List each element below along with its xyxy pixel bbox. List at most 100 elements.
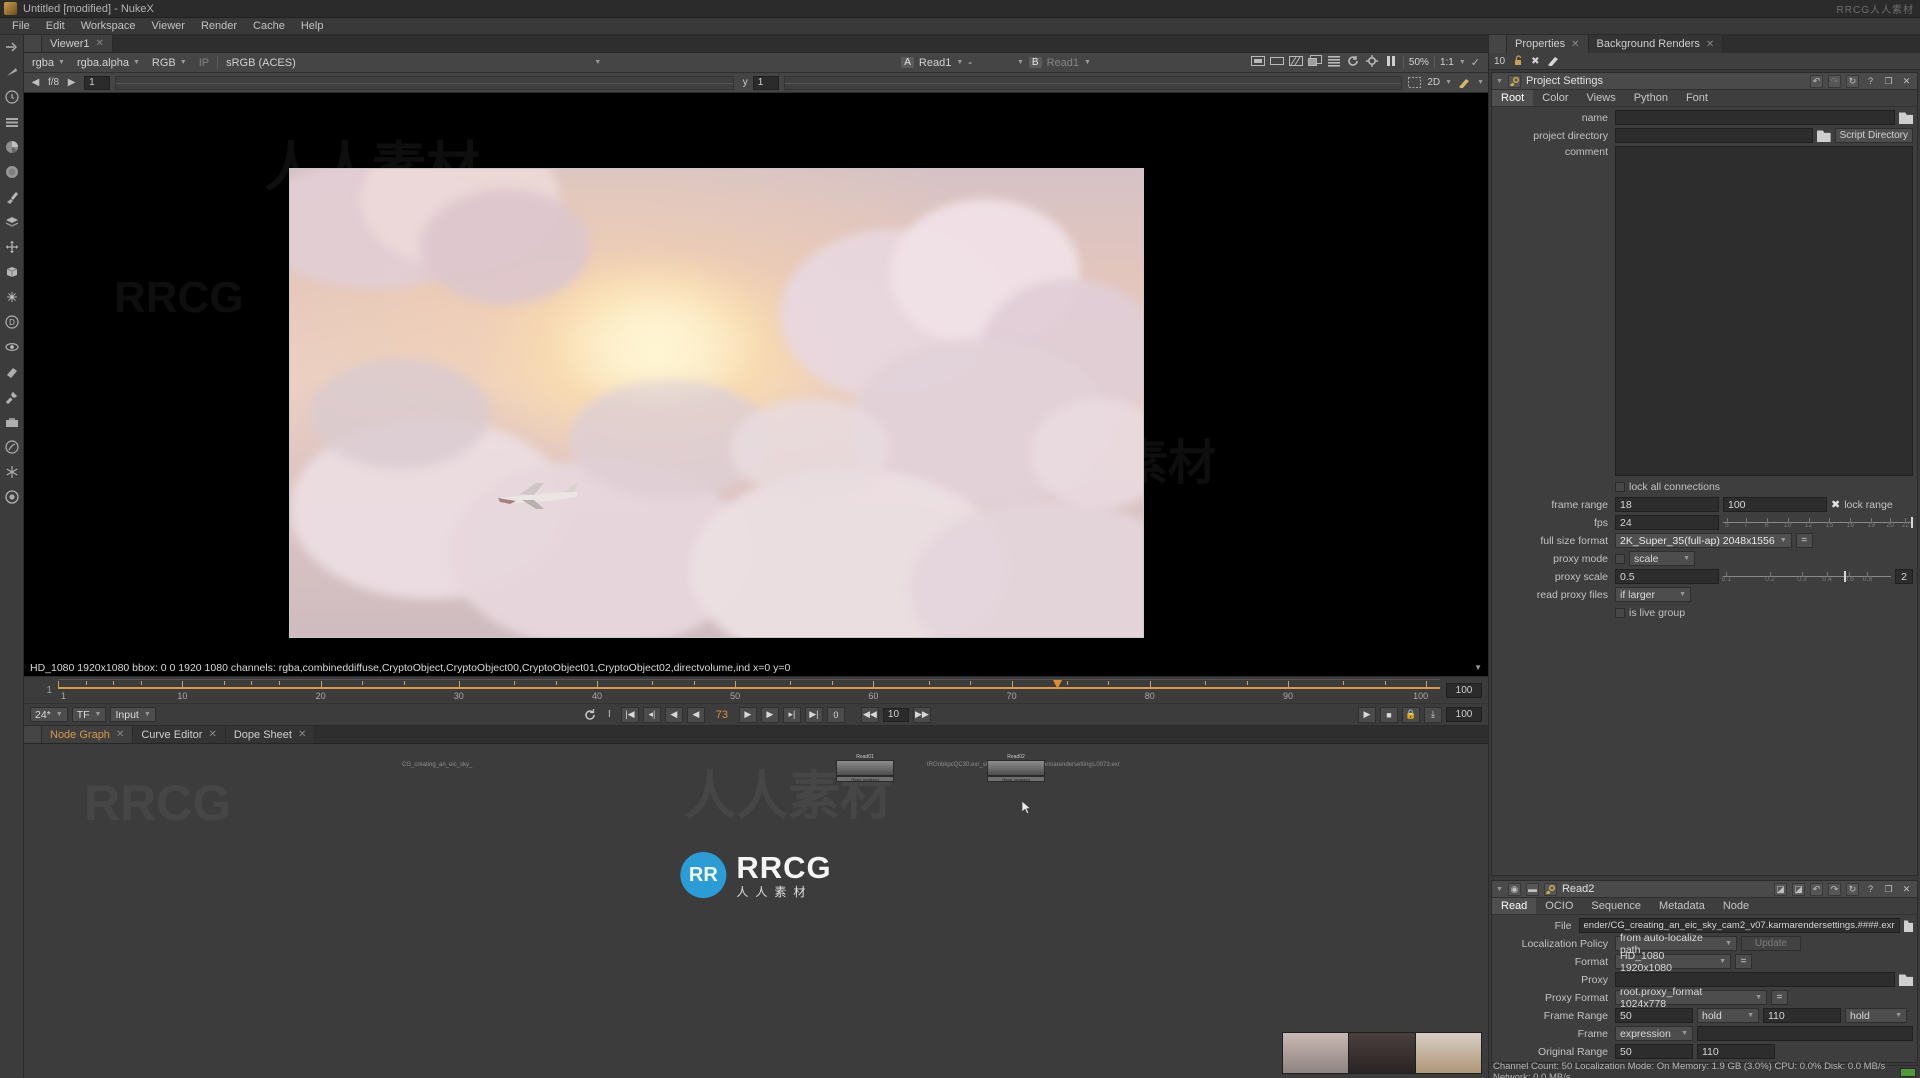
proxy-mode-checkbox[interactable] — [1615, 553, 1625, 564]
node-read01[interactable]: Read01 Read_localized — [836, 754, 894, 782]
close-icon[interactable]: ✕ — [208, 729, 216, 740]
next-arrow-icon[interactable]: ▶ — [64, 75, 79, 90]
fps-slider[interactable]: 5 7 8 10 12 15 16 19 20 22 — [1723, 516, 1913, 530]
pen-icon[interactable] — [1457, 75, 1472, 90]
pane-drag-handle[interactable] — [24, 35, 42, 52]
mask-icon[interactable]: ▬ — [1525, 882, 1539, 896]
is-live-group-checkbox[interactable] — [1615, 607, 1625, 618]
proxy-scale-max[interactable]: 2 — [1895, 569, 1913, 584]
menu-help[interactable]: Help — [293, 19, 332, 33]
undo-icon[interactable]: ↶ — [1810, 74, 1823, 88]
node-read02[interactable]: Read02 Read_localized — [987, 754, 1045, 782]
other-icon[interactable] — [3, 488, 21, 506]
particles-icon[interactable] — [3, 288, 21, 306]
snowflake-icon[interactable] — [3, 463, 21, 481]
increment-button[interactable]: ▶▶ — [912, 706, 931, 723]
folder-icon[interactable] — [1899, 112, 1913, 124]
tab-node-graph[interactable]: Node Graph ✕ — [42, 726, 134, 743]
frame-range-before-selector[interactable]: hold ▼ — [1697, 1008, 1759, 1023]
eye-icon[interactable] — [3, 338, 21, 356]
lock-all-connections-checkbox[interactable] — [1615, 481, 1625, 492]
format-selector[interactable]: HD_1080 1920x1080 ▼ — [1615, 950, 1731, 974]
chevron-down-icon[interactable]: ▼ — [1445, 79, 1452, 86]
proxy-scale-slider[interactable]: 0.1 0.2 0.3 0.4 0.6 0.8 — [1721, 570, 1891, 584]
node-graph-canvas[interactable]: RRCG 人人素材 CG_creating_an_eic_sky_ tRGnbk… — [24, 744, 1488, 1078]
pane-drag-handle[interactable] — [24, 726, 42, 743]
update-button[interactable]: Update — [1741, 936, 1801, 951]
plugins-icon[interactable] — [3, 438, 21, 456]
fps-selector[interactable]: 24* ▼ — [30, 707, 68, 722]
arrow-right-icon[interactable] — [3, 38, 21, 56]
play-backward-button[interactable]: ◀ — [664, 706, 683, 723]
frame-range-after-selector[interactable]: hold ▼ — [1845, 1008, 1907, 1023]
playback-range-icon[interactable]: ▶ — [1358, 706, 1377, 723]
tab-viewer1[interactable]: Viewer1 ✕ — [42, 35, 113, 52]
checkmark-icon[interactable]: ✓ — [1471, 56, 1480, 69]
next-keyframe-button[interactable]: ▸| — [782, 706, 801, 723]
timeline-ruler[interactable]: 1 10 20 30 40 50 60 70 80 90 100 — [58, 679, 1440, 701]
timecode-mode-selector[interactable]: TF ▼ — [71, 707, 107, 722]
fps-input[interactable]: 24 — [1615, 515, 1719, 530]
input-a-value[interactable]: Read1 — [919, 57, 951, 69]
revert-icon[interactable]: ↻ — [1846, 74, 1859, 88]
script-directory-button[interactable]: Script Directory — [1834, 128, 1913, 143]
tab-metadata[interactable]: Metadata — [1650, 898, 1714, 914]
proxy-scale-input[interactable]: 0.5 — [1615, 569, 1719, 584]
loop-icon[interactable] — [583, 707, 598, 722]
chevron-down-icon[interactable]: ▼ — [1477, 79, 1484, 86]
close-icon[interactable]: ✕ — [1900, 883, 1913, 896]
proxy-icon[interactable] — [1269, 55, 1284, 70]
colorspace-selector[interactable]: sRGB (ACES) — [222, 56, 300, 70]
layers-icon[interactable] — [3, 213, 21, 231]
tab-root[interactable]: Root — [1492, 90, 1534, 106]
menu-cache[interactable]: Cache — [245, 19, 293, 33]
close-icon[interactable]: ✕ — [1900, 75, 1913, 88]
alpha-channel-selector[interactable]: rgba.alpha ▼ — [73, 56, 144, 70]
name-input[interactable] — [1615, 110, 1895, 125]
max-panels-field[interactable]: 10 — [1494, 56, 1505, 67]
input-b-value[interactable]: Read1 — [1047, 57, 1079, 69]
frame-range-start-input[interactable]: 18 — [1615, 497, 1719, 512]
proxy-format-edit-button[interactable]: = — [1771, 990, 1788, 1005]
paint-icon[interactable] — [3, 363, 21, 381]
3d-icon[interactable] — [3, 263, 21, 281]
tab-views[interactable]: Views — [1578, 90, 1625, 106]
close-icon[interactable]: ✕ — [1571, 39, 1579, 50]
pixel-ratio[interactable]: 1:1 — [1440, 57, 1454, 68]
viewer-crop-icon[interactable] — [1407, 75, 1422, 90]
keyer-icon[interactable] — [3, 188, 21, 206]
remove-all-icon[interactable]: ✖ — [1531, 56, 1539, 67]
tab-color[interactable]: Color — [1533, 90, 1577, 106]
frame-mode-selector[interactable]: expression ▼ — [1615, 1026, 1693, 1041]
channel-toggle-icon[interactable]: ◪ — [1774, 882, 1787, 896]
tab-curve-editor[interactable]: Curve Editor ✕ — [133, 726, 226, 743]
roi-icon[interactable] — [1307, 55, 1322, 70]
frame-zero-button[interactable]: 0 — [826, 706, 845, 723]
play-forward-button[interactable]: ▶ — [760, 706, 779, 723]
menu-file[interactable]: File — [4, 19, 38, 33]
lock-icon[interactable]: 🔒 — [1402, 706, 1421, 723]
tab-node[interactable]: Node — [1714, 898, 1758, 914]
filter-icon[interactable] — [3, 163, 21, 181]
tab-ocio[interactable]: OCIO — [1536, 898, 1582, 914]
float-icon[interactable]: ❐ — [1882, 883, 1895, 896]
pane-drag-handle[interactable] — [1489, 35, 1507, 53]
tab-properties[interactable]: Properties ✕ — [1507, 35, 1589, 53]
tab-background-renders[interactable]: Background Renders ✕ — [1588, 35, 1724, 53]
gain-input[interactable]: 1 — [84, 75, 111, 90]
wipe-icon[interactable] — [1288, 55, 1303, 70]
step-forward-button[interactable]: ▶ — [738, 706, 757, 723]
toolsets-icon[interactable] — [3, 413, 21, 431]
color-wheel-icon[interactable] — [3, 138, 21, 156]
frame-range-start-input[interactable]: 50 — [1615, 1008, 1693, 1023]
format-edit-button[interactable]: = — [1735, 954, 1752, 969]
zoom-level[interactable]: 50% — [1409, 57, 1429, 68]
revert-icon[interactable]: ↻ — [1846, 882, 1859, 896]
full-size-format-selector[interactable]: 2K_Super_35(full-ap) 2048x1556 ▼ — [1615, 533, 1792, 548]
read-proxy-files-selector[interactable]: if larger ▼ — [1615, 587, 1691, 602]
increment-field[interactable]: 10 — [882, 707, 909, 722]
range-end-field[interactable]: 100 — [1446, 707, 1483, 722]
tab-dope-sheet[interactable]: Dope Sheet ✕ — [225, 726, 316, 743]
wrench-icon[interactable] — [1543, 882, 1557, 896]
tools-icon[interactable] — [3, 388, 21, 406]
